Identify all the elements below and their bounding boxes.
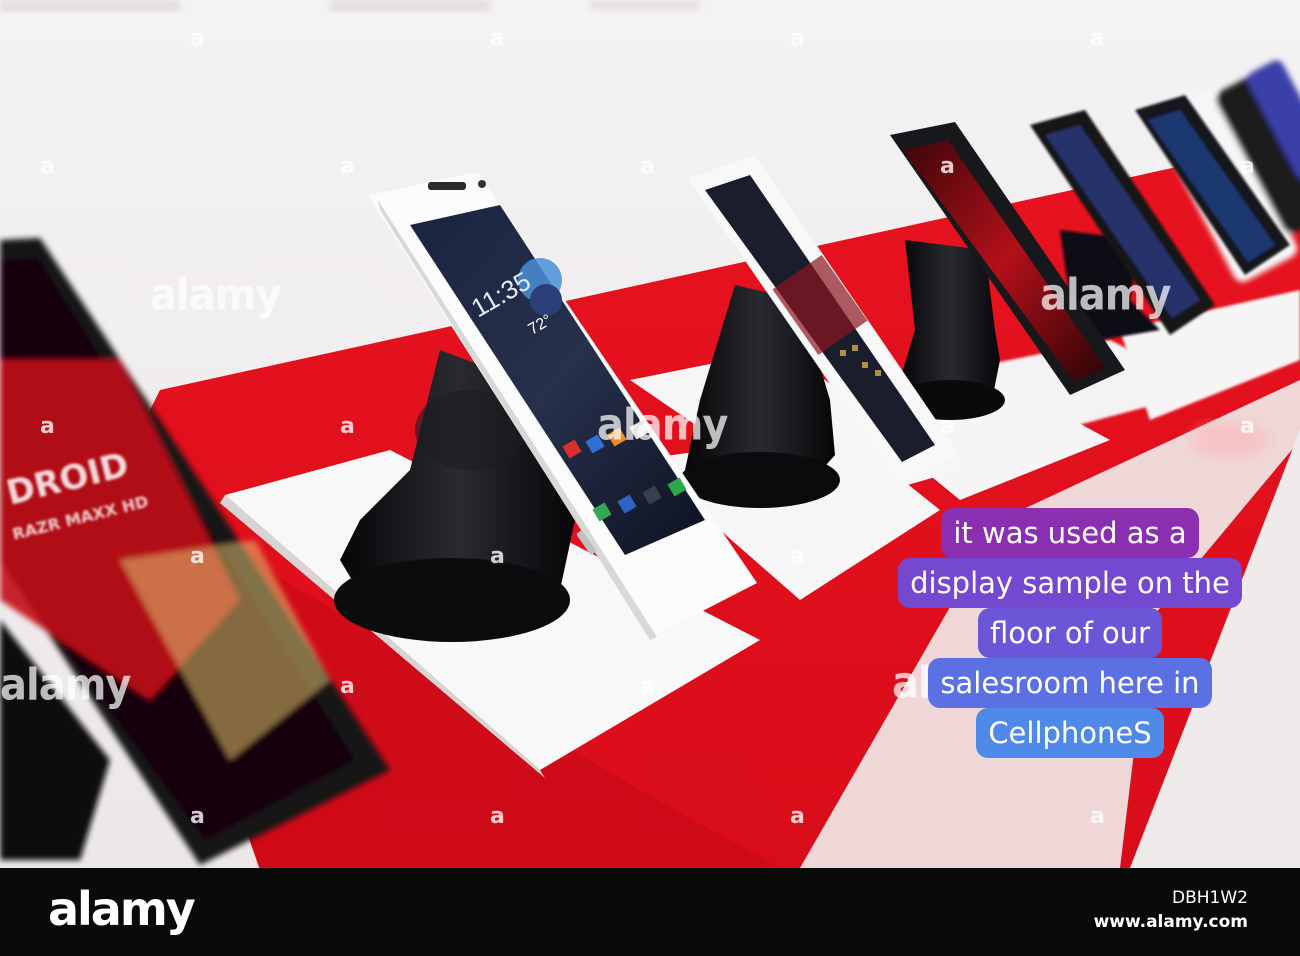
caption-overlay: it was used as a display sample on the f… [875,508,1265,758]
watermark-dot: a [490,804,505,829]
caption-line-5: CellphoneS [976,708,1164,758]
watermark-alamy-1: alamy [150,269,281,321]
alamy-footer-bar: alamy DBH1W2 www.alamy.com [0,868,1300,956]
watermark-dot: a [340,674,355,699]
watermark-dot: a [790,804,805,829]
watermark-dot: a [490,544,505,569]
image-id: DBH1W2 [1172,888,1248,908]
caption-line-1: it was used as a [941,508,1199,558]
watermark-dot: a [1240,154,1255,179]
watermark-alamy-2: alamy [597,399,728,451]
watermark-dot: a [940,414,955,439]
watermark-dot: a [490,26,505,51]
caption-line-2: display sample on the [898,558,1242,608]
watermark-dot: a [190,26,205,51]
alamy-url: www.alamy.com [1093,912,1248,932]
watermark-dot: a [40,154,55,179]
alamy-logo: alamy [48,882,196,936]
watermark-dot: a [340,414,355,439]
watermark-dot: a [640,154,655,179]
watermark-dot: a [1090,26,1105,51]
watermark-dot: a [1240,414,1255,439]
watermark-dot: a [790,26,805,51]
watermark-alamy-4: alamy [0,659,131,711]
watermark-dot: a [640,674,655,699]
watermark-dot: a [790,544,805,569]
stock-photo: 11:35 72° DROID RAZR MAXX HD alamy alamy… [0,0,1300,868]
watermark-alamy-3: alamy [1040,269,1171,321]
watermark-dot: a [190,804,205,829]
watermark-dot: a [40,414,55,439]
watermark-dot: a [1090,804,1105,829]
watermark-dot: a [190,544,205,569]
watermark-dot: a [340,154,355,179]
watermark-dot: a [940,154,955,179]
caption-line-3: floor of our [977,608,1163,658]
caption-line-4: salesroom here in [928,658,1212,708]
